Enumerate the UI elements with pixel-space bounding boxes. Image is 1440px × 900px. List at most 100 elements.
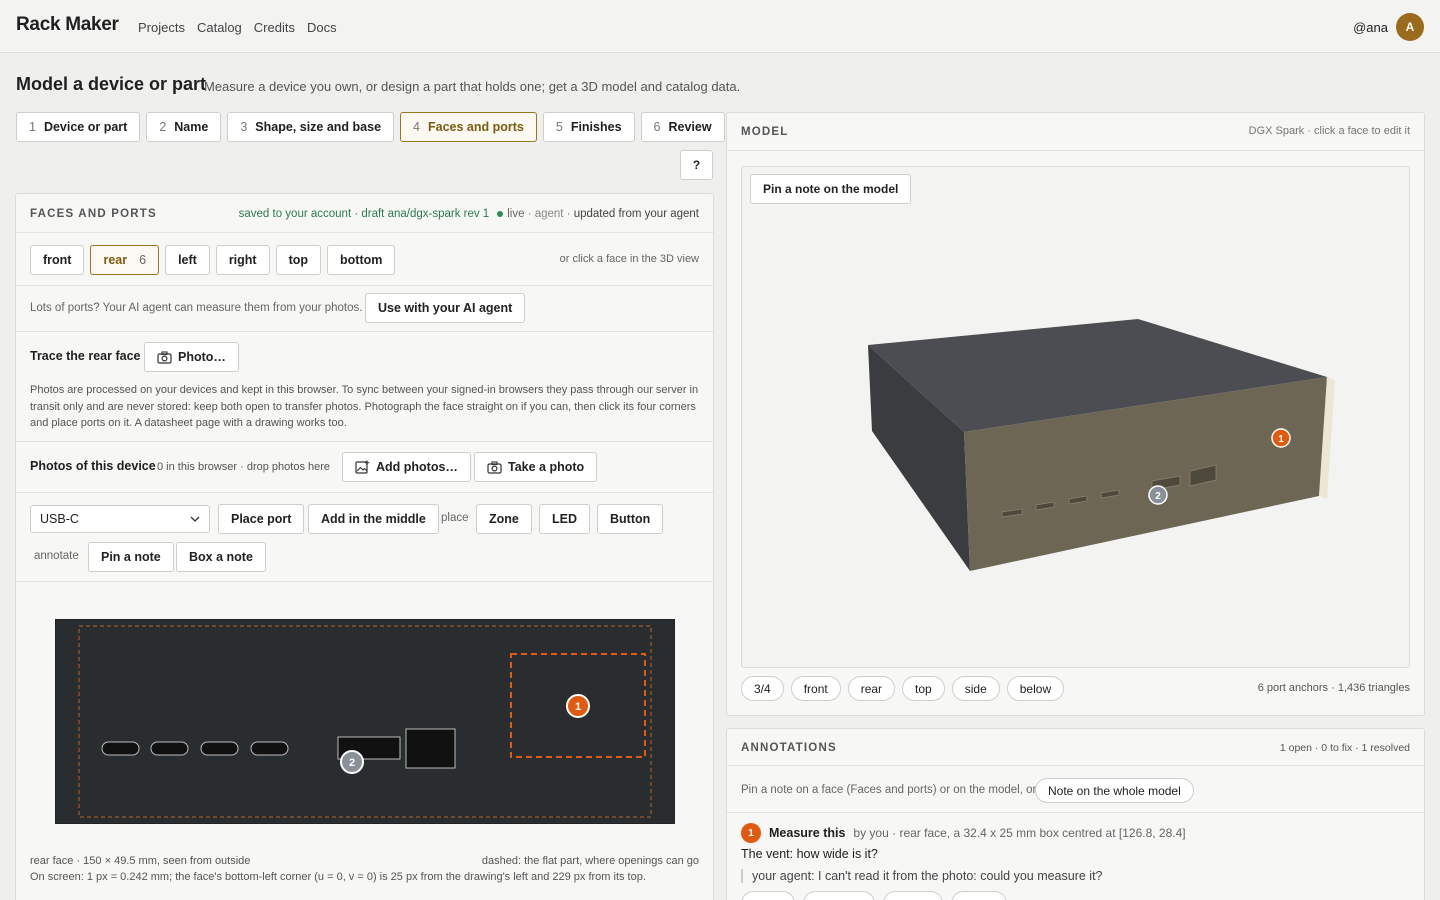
camera-icon [487,460,502,474]
ethernet-port[interactable] [405,728,456,769]
3d-viewport[interactable]: Pin a note on the model 1 2 [741,166,1410,668]
divider [16,441,713,442]
take-photo-button[interactable]: Take a photo [474,452,598,482]
use-ai-agent-button[interactable]: Use with your AI agent [365,293,526,323]
model-hint: DGX Spark · click a face to edit it [1248,125,1410,137]
note-marker-1-label: 1 [575,701,581,713]
updated-text: updated from your agent [573,208,699,220]
live-text: live [507,208,525,220]
page-title: Model a device or part [16,74,207,94]
step-label: Name [174,120,209,134]
model-marker-1-label: 1 [1278,434,1284,445]
camera-icon [157,350,172,364]
trace-label: Trace the rear face [30,349,141,363]
step-number: 1 [29,120,36,134]
annotation-action-3[interactable] [883,891,943,900]
rear-face-drawing[interactable]: 1 2 [55,619,675,824]
device-3d-model[interactable]: 1 2 [742,167,1411,669]
divider [727,765,1424,766]
step-label: Shape, size and base [255,120,382,134]
step-device-or-part[interactable]: 1 Device or part [16,112,141,142]
dashed-caption: dashed: the flat part, where openings ca… [481,855,699,867]
faces-header: FACES AND PORTS [30,208,157,220]
help-button[interactable]: ? [680,150,713,180]
view-3-4[interactable]: 3/4 [741,676,784,701]
divider [16,492,713,493]
zone-button[interactable]: Zone [476,504,532,534]
step-shape-size-base[interactable]: 3 Shape, size and base [227,112,395,142]
annotation-action-4[interactable] [951,891,1007,900]
annotation-action-1[interactable] [741,891,795,900]
face-tab-rear[interactable]: rear 6 [90,245,160,275]
avatar[interactable]: A [1396,13,1424,41]
button-button[interactable]: Button [597,504,664,534]
photo-button-label: Photo… [178,350,226,364]
screen-scale-note: On screen: 1 px = 0.242 mm; the face's b… [30,871,646,883]
annotations-header: ANNOTATIONS [741,742,837,754]
main-nav: Projects Catalog Credits Docs [138,20,337,35]
saved-text: saved to your account · draft ana/dgx-sp… [238,208,490,220]
user-menu[interactable]: @ana A [1353,13,1424,41]
add-in-middle-button[interactable]: Add in the middle [308,504,439,534]
annotate-label: annotate [34,550,79,562]
port-type-value: USB-C [40,512,79,526]
divider [16,232,713,233]
chevron-down-icon [190,516,200,522]
nav-credits[interactable]: Credits [254,20,295,35]
wizard-steps: 1 Device or part 2 Name 3 Shape, size and b… [16,112,725,142]
box-note-button[interactable]: Box a note [176,542,266,572]
face-tab-left[interactable]: left [165,245,210,275]
add-photos-button[interactable]: Add photos… [342,452,471,482]
brand-logo[interactable]: Rack Maker [16,14,119,36]
view-side[interactable]: side [951,676,1000,701]
annotation-item[interactable]: 1 Measure this by you · rear face, a 32.… [741,823,1186,843]
led-button[interactable]: LED [539,504,590,534]
step-number: 6 [653,120,661,134]
step-label: Device or part [43,120,128,134]
face-tab-top[interactable]: top [275,245,322,275]
step-faces-and-ports[interactable]: 4 Faces and ports [400,112,537,142]
nav-projects[interactable]: Projects [138,20,185,35]
save-status: saved to your account · draft ana/dgx-sp… [239,208,699,220]
annotation-action-2[interactable] [803,891,875,900]
annotation-actions [741,891,1007,900]
agent-hint: Lots of ports? Your AI agent can measure… [30,302,363,314]
username: @ana [1353,19,1388,35]
photo-button[interactable]: Photo… [144,342,239,372]
annotation-title: Measure this [769,826,846,840]
face-tab-right[interactable]: right [215,245,270,275]
divider [16,581,713,582]
annotations-hint: Pin a note on a face (Faces and ports) o… [741,784,1037,796]
step-number: 4 [413,120,420,134]
view-below[interactable]: below [1006,676,1065,701]
annotations-summary: 1 open · 0 to fix · 1 resolved [1279,742,1410,754]
place-port-button[interactable]: Place port [218,504,305,534]
port-type-select[interactable]: USB-C [30,505,210,533]
page-subtitle: Measure a device you own, or design a pa… [204,79,741,94]
view-front[interactable]: front [790,676,841,701]
annotation-marker: 1 [741,823,761,843]
face-tab-front[interactable]: front [30,245,85,275]
view-top[interactable]: top [902,676,945,701]
face-tabs: front rear 6 left right top bottom [30,245,396,275]
view-rear[interactable]: rear [847,676,896,701]
annotation-meta: by you · rear face, a 32.4 x 25 mm box c… [853,826,1186,840]
step-label: Finishes [570,120,622,134]
add-image-icon [355,460,370,474]
face-tab-bottom[interactable]: bottom [327,245,396,275]
step-name[interactable]: 2 Name [146,112,222,142]
step-number: 2 [159,120,167,134]
place-label: place [441,512,469,524]
nav-docs[interactable]: Docs [307,20,337,35]
click-face-hint: or click a face in the 3D view [559,253,699,265]
privacy-text: Photos are processed on your devices and… [30,384,699,429]
model-stats: 6 port anchors · 1,436 triangles [1257,682,1410,694]
step-label: Review [668,120,712,134]
divider [727,812,1424,813]
step-finishes[interactable]: 5 Finishes [542,112,635,142]
nav-catalog[interactable]: Catalog [197,20,242,35]
step-review[interactable]: 6 Review [640,112,725,142]
annotations-panel: ANNOTATIONS 1 open · 0 to fix · 1 resolv… [726,728,1425,900]
pin-note-button[interactable]: Pin a note [88,542,174,572]
note-whole-model-button[interactable]: Note on the whole model [1035,778,1194,803]
